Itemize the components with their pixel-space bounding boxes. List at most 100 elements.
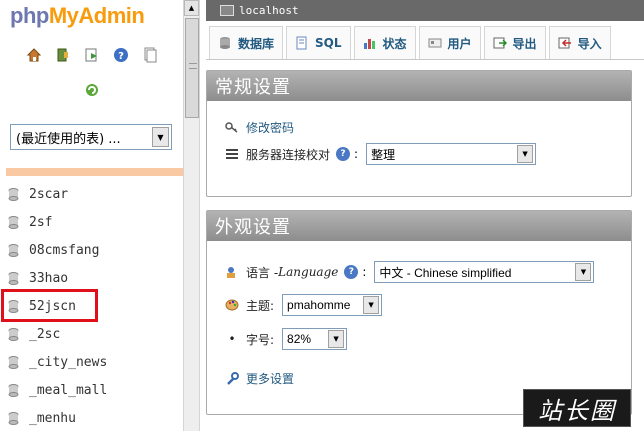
tab-users[interactable]: 用户 <box>418 26 481 59</box>
exit-icon[interactable] <box>55 47 71 63</box>
language-label-en: Language <box>278 265 339 279</box>
change-password-link[interactable]: 修改密码 <box>246 119 294 136</box>
help-icon[interactable]: ? <box>344 265 359 279</box>
database-name[interactable]: 33hao <box>29 271 68 286</box>
tab-label: 导入 <box>577 36 602 51</box>
tab-import[interactable]: 导入 <box>548 26 611 59</box>
database-item[interactable]: 08cmsfang <box>0 236 183 264</box>
watermark-logo: 站长圈 <box>523 389 631 427</box>
tab-sql[interactable]: SQL <box>286 26 351 59</box>
chevron-down-icon[interactable]: ▼ <box>517 145 534 163</box>
scrollbar-thumb[interactable] <box>185 18 199 118</box>
database-icon <box>8 383 19 397</box>
database-name[interactable]: _city_news <box>29 355 107 370</box>
font-size-select[interactable]: 82% ▼ <box>282 328 348 350</box>
database-item[interactable]: 2scar <box>0 180 183 208</box>
chevron-down-icon[interactable]: ▼ <box>363 296 380 314</box>
panel-title: 常规设置 <box>207 71 631 101</box>
users-icon <box>428 38 442 48</box>
tab-status[interactable]: 状态 <box>353 26 416 59</box>
key-icon <box>225 121 238 133</box>
language-select[interactable]: 中文 - Chinese simplified ▼ <box>374 261 595 283</box>
server-link[interactable]: localhost <box>239 4 299 17</box>
language-row: 语言 - Language ? : 中文 - Chinese simplifie… <box>225 261 595 283</box>
tab-label: 状态 <box>382 36 407 51</box>
database-item[interactable]: 2sf <box>0 208 183 236</box>
recent-tables-select[interactable]: (最近使用的表) ... ▼ <box>10 124 172 150</box>
font-size-value: 82% <box>287 332 312 346</box>
collation-label: 服务器连接校对 <box>246 147 331 162</box>
database-icon <box>8 187 19 201</box>
database-item[interactable]: _menhu <box>0 404 183 432</box>
top-tabs: 数据库 SQL 状态 用户 导出 导入 <box>206 22 644 60</box>
language-value: 中文 - Chinese simplified <box>379 265 512 280</box>
chevron-down-icon[interactable]: ▼ <box>575 263 592 281</box>
logo-php-text: php <box>10 3 49 28</box>
tab-label: 用户 <box>447 36 472 51</box>
collation-value: 整理 <box>371 147 396 162</box>
tab-label: 导出 <box>512 36 537 51</box>
svg-text:?: ? <box>118 51 124 62</box>
nav-toolbar: ? <box>0 47 183 63</box>
theme-select[interactable]: pmahomme ▼ <box>282 294 383 316</box>
database-item[interactable]: _meal_mall <box>0 376 183 404</box>
database-name[interactable]: 2scar <box>29 187 68 202</box>
database-name[interactable]: _menhu <box>29 411 76 426</box>
theme-label: 主题: <box>246 298 275 313</box>
database-item[interactable]: _city_news <box>0 348 183 376</box>
main-frame: localhost 数据库 SQL 状态 用户 导出 导入 常规设置 修改密码 … <box>200 0 644 431</box>
more-settings-row: 更多设置 <box>225 370 294 387</box>
tab-export[interactable]: 导出 <box>483 26 546 59</box>
bullet-icon: • <box>228 332 236 346</box>
database-name[interactable]: _2sc <box>29 327 60 342</box>
export-icon <box>493 37 507 49</box>
server-icon <box>220 5 234 16</box>
language-icon <box>227 267 235 278</box>
tab-label: 数据库 <box>238 36 275 51</box>
query-window-icon[interactable] <box>84 47 100 63</box>
database-icon <box>8 411 19 425</box>
help-icon[interactable]: ? <box>336 147 351 161</box>
database-icon <box>8 243 19 257</box>
chevron-down-icon[interactable]: ▼ <box>152 127 169 147</box>
logo-myadmin-text: MyAdmin <box>48 3 145 28</box>
home-icon[interactable] <box>26 47 42 63</box>
reload-icon[interactable] <box>84 82 100 98</box>
phpmyadmin-logo[interactable]: phpMyAdmin <box>10 3 145 29</box>
tab-databases[interactable]: 数据库 <box>209 26 284 59</box>
wrench-icon <box>227 371 239 385</box>
chevron-down-icon[interactable]: ▼ <box>328 330 345 348</box>
collation-row: 服务器连接校对 ? : 整理 ▼ <box>225 143 537 165</box>
font-size-row: • 字号: 82% ▼ <box>225 328 348 350</box>
more-settings-link[interactable]: 更多设置 <box>246 370 294 387</box>
server-breadcrumb: localhost <box>206 0 644 21</box>
grip-icon <box>189 63 197 69</box>
help-icon[interactable]: ? <box>113 47 129 63</box>
database-icon <box>8 327 19 341</box>
recent-tables-value: (最近使用的表) ... <box>16 131 121 147</box>
highlight-box <box>1 289 98 322</box>
theme-row: 主题: pmahomme ▼ <box>225 294 383 316</box>
colon: : <box>362 265 367 279</box>
colon: : <box>354 147 359 161</box>
database-name[interactable]: 08cmsfang <box>29 243 99 258</box>
change-password-row: 修改密码 <box>225 119 294 136</box>
tab-label: SQL <box>315 36 342 50</box>
database-icon <box>8 355 19 369</box>
status-icon <box>363 39 375 49</box>
database-item[interactable]: 33hao <box>0 264 183 292</box>
panel-title: 外观设置 <box>207 211 631 241</box>
general-settings-panel: 常规设置 修改密码 服务器连接校对 ? : 整理 ▼ <box>206 70 632 197</box>
font-size-label: 字号: <box>246 332 275 347</box>
database-name[interactable]: 2sf <box>29 215 52 230</box>
frame-scrollbar[interactable]: ▲ <box>183 0 200 431</box>
database-item[interactable]: _2sc <box>0 320 183 348</box>
database-name[interactable]: _meal_mall <box>29 383 107 398</box>
database-icon <box>8 271 19 285</box>
scroll-up-arrow-icon[interactable]: ▲ <box>184 0 199 16</box>
database-icon <box>8 215 19 229</box>
appearance-settings-panel: 外观设置 语言 - Language ? : 中文 - Chinese simp… <box>206 210 632 415</box>
navigation-frame: phpMyAdmin ? (最近使用的表) ... ▼ 2scar 2sf 08… <box>0 0 183 431</box>
docs-icon[interactable] <box>142 47 158 63</box>
collation-select[interactable]: 整理 ▼ <box>366 143 537 165</box>
